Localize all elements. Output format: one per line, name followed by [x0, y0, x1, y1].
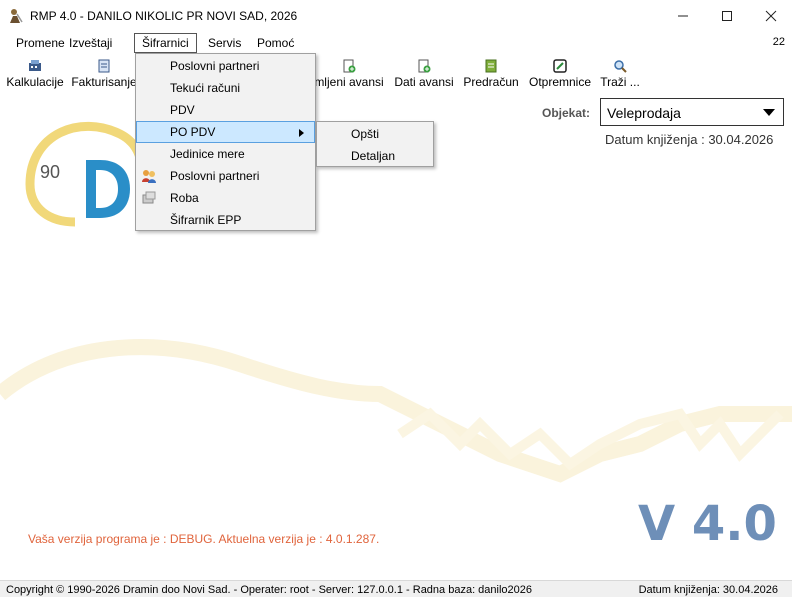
menu-item-tekuci-racuni[interactable]: Tekući računi [136, 77, 315, 99]
menu-item-label: Poslovni partneri [170, 169, 260, 183]
submenu-arrow-icon [299, 129, 304, 137]
menu-izvestaji[interactable]: Izveštaji [62, 33, 119, 53]
debug-version-notice: Vaša verzija programa je : DEBUG. Aktuel… [28, 532, 380, 546]
status-copyright: Copyright © 1990-2026 Dramin doo Novi Sa… [6, 584, 533, 596]
toolbar-label: Kalkulacije [6, 75, 64, 89]
goods-icon [142, 191, 156, 204]
menu-item-label: Jedinice mere [170, 147, 245, 161]
menu-item-label: PO PDV [170, 125, 216, 139]
submenu-item-opsti[interactable]: Opšti [317, 123, 433, 145]
menu-bar: Promene Izveštaji Šifrarnici Servis Pomo… [0, 32, 792, 54]
logo-text: 90 [40, 162, 60, 182]
objekat-label: Objekat: [542, 106, 591, 120]
app-icon [10, 9, 23, 23]
title-bar: RMP 4.0 - DANILO NIKOLIC PR NOVI SAD, 20… [0, 0, 792, 32]
toolbar-fakturisanje-button[interactable]: Fakturisanje [71, 56, 137, 92]
toolbar-label: Dati avansi [394, 75, 454, 89]
window-title: RMP 4.0 - DANILO NIKOLIC PR NOVI SAD, 20… [30, 9, 298, 23]
menu-sifrarnici[interactable]: Šifrarnici [134, 33, 197, 53]
menu-item-po-pdv[interactable]: PO PDV [136, 121, 315, 143]
invoice-icon [98, 59, 110, 73]
toolbar-label: Traži ... [600, 75, 640, 89]
document-add-icon [343, 59, 356, 73]
sifrarnici-dropdown: Poslovni partneri Tekući računi PDV PO P… [135, 53, 316, 231]
close-icon [765, 10, 777, 22]
po-pdv-submenu: Opšti Detaljan [316, 121, 434, 167]
toolbar: Kalkulacije Fakturisanje mljeni avansi D… [0, 54, 792, 94]
document-add-icon [418, 59, 431, 73]
calculator-icon [29, 60, 41, 71]
datum-knjizenja-label: Datum knjiženja : 30.04.2026 [605, 132, 774, 147]
menu-item-label: Šifrarnik EPP [170, 213, 242, 227]
pro-forma-icon [485, 59, 497, 73]
maximize-icon [722, 11, 732, 21]
menu-item-pdv[interactable]: PDV [136, 99, 315, 121]
toolbar-primljeni-avansi-button[interactable]: mljeni avansi [313, 56, 385, 92]
close-button[interactable] [748, 0, 792, 32]
status-datum: Datum knjiženja: 30.04.2026 [638, 584, 778, 596]
toolbar-kalkulacije-button[interactable]: Kalkulacije [5, 56, 65, 92]
toolbar-trazi-button[interactable]: Traži ... [598, 56, 642, 92]
toolbar-label: mljeni avansi [314, 75, 384, 89]
partners-icon [142, 170, 156, 183]
menu-item-label: PDV [170, 103, 195, 117]
objekat-select-value: Veleprodaja [607, 105, 681, 121]
menu-item-label: Poslovni partneri [170, 59, 260, 73]
status-bar: Copyright © 1990-2026 Dramin doo Novi Sa… [0, 580, 792, 597]
search-icon [614, 60, 627, 73]
menu-servis[interactable]: Servis [201, 33, 248, 53]
objekat-select[interactable]: Veleprodaja [600, 98, 784, 126]
menu-item-poslovni-partneri[interactable]: Poslovni partneri [136, 55, 315, 77]
delivery-note-icon [553, 59, 567, 73]
menu-item-label: Roba [170, 191, 199, 205]
toolbar-label: Predračun [463, 75, 519, 89]
menu-pomoc[interactable]: Pomoć [250, 33, 301, 53]
menu-item-poslovni-partneri-2[interactable]: Poslovni partneri [136, 165, 315, 187]
toolbar-dati-avansi-button[interactable]: Dati avansi [393, 56, 455, 92]
submenu-item-detaljan[interactable]: Detaljan [317, 145, 433, 167]
toolbar-predracun-button[interactable]: Predračun [461, 56, 521, 92]
menu-item-jedinice-mere[interactable]: Jedinice mere [136, 143, 315, 165]
maximize-button[interactable] [704, 0, 750, 32]
toolbar-label: Fakturisanje [71, 75, 137, 89]
toolbar-otpremnice-button[interactable]: Otpremnice [526, 56, 594, 92]
menu-item-sifrarnik-epp[interactable]: Šifrarnik EPP [136, 209, 315, 231]
menu-item-label: Tekući računi [170, 81, 241, 95]
version-label: V 4.0 [638, 496, 777, 552]
toolbar-label: Otpremnice [528, 75, 592, 89]
minimize-button[interactable] [660, 0, 706, 32]
menu-item-roba[interactable]: Roba [136, 187, 315, 209]
minimize-icon [678, 15, 688, 17]
menu-right-indicator: 22 [772, 36, 785, 48]
chevron-down-icon [763, 109, 775, 116]
